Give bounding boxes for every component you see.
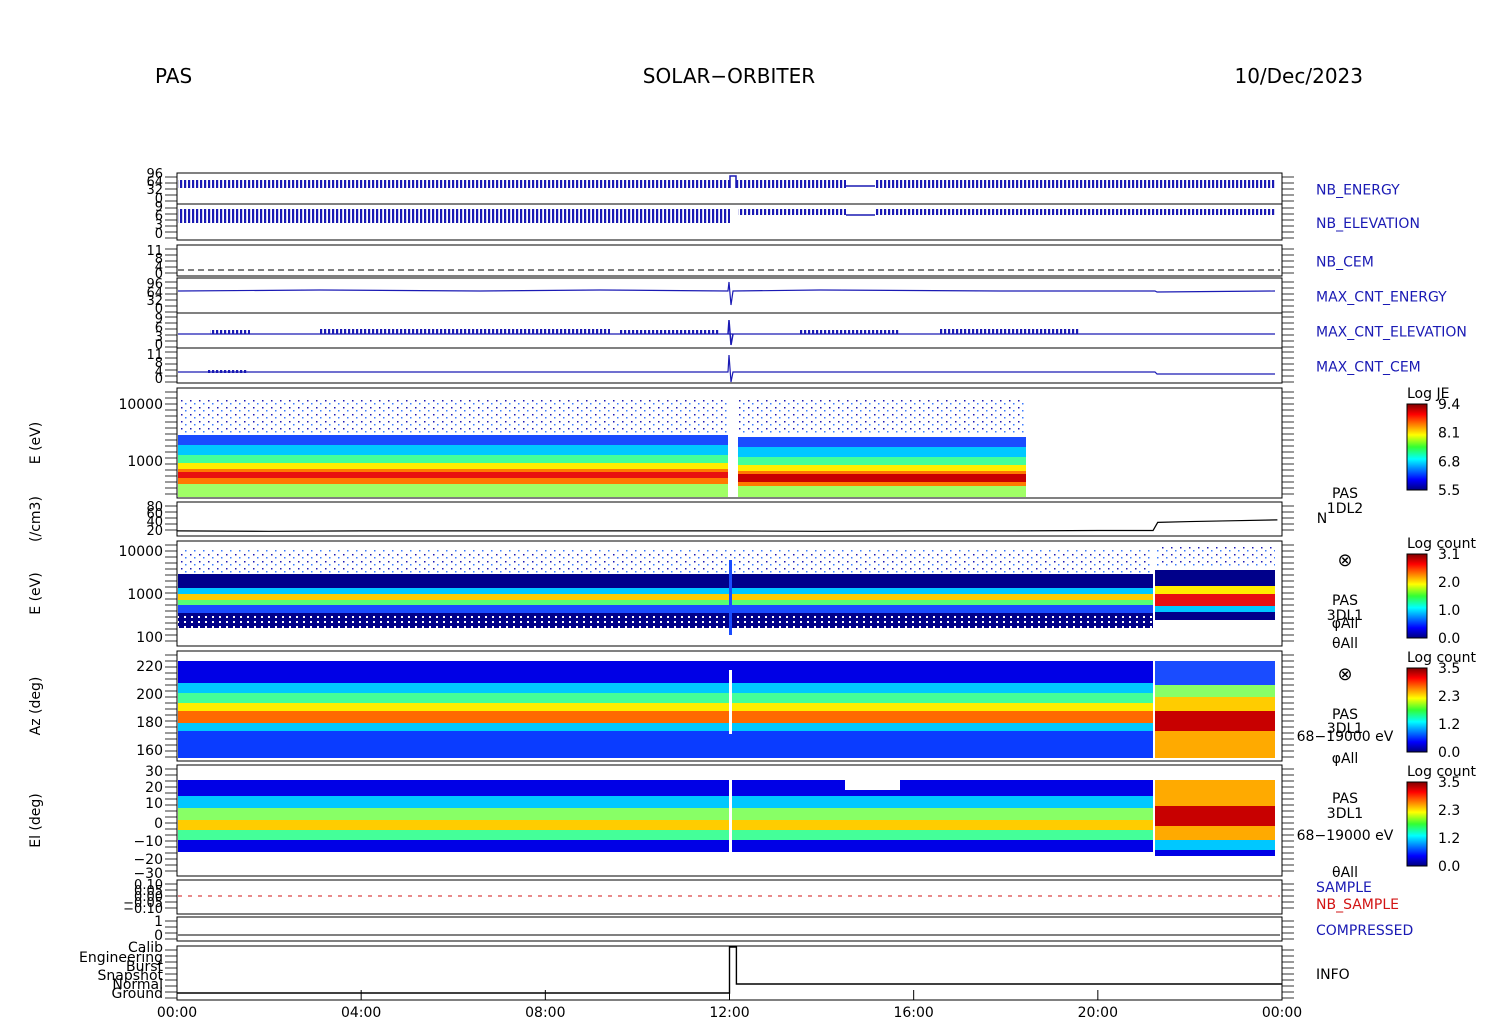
colorbar-tick: 0.0 — [1438, 859, 1460, 875]
ytick-label: 220 — [136, 659, 163, 675]
ytick-label: 200 — [136, 687, 163, 703]
ytick-label: −10 — [133, 834, 163, 850]
frame-sample — [176, 879, 1283, 915]
colorbar-tick: 8.1 — [1438, 426, 1460, 442]
header-mission: SOLAR−ORBITER — [643, 64, 815, 88]
colorbar-tick: 3.1 — [1438, 547, 1460, 563]
colorbar-tick: 3.5 — [1438, 775, 1460, 791]
ytick-label: Ground — [112, 986, 164, 1002]
panel-label: MAX_CNT_CEM — [1316, 360, 1421, 376]
panel-density — [176, 519, 1278, 532]
frame-nb_cem — [176, 244, 1283, 277]
time-tick-label: 04:00 — [341, 1005, 381, 1020]
time-tick-label: 12:00 — [709, 1005, 749, 1020]
ytick-label: 20 — [145, 780, 163, 796]
side-label: PAS — [1332, 593, 1358, 609]
panel-energy-spectrogram-l2 — [178, 400, 1026, 497]
ytick-label: 30 — [145, 764, 163, 780]
panel-label: MAX_CNT_ELEVATION — [1316, 325, 1467, 341]
colorbar-tick: 5.5 — [1438, 483, 1460, 499]
ytick-label: 0 — [155, 227, 163, 242]
side-label: θAll — [1332, 865, 1358, 881]
panel-max-cnt-cem — [178, 354, 1275, 383]
colorbar-tick: 1.2 — [1438, 831, 1460, 847]
header-instrument: PAS — [155, 64, 192, 88]
panel-label: MAX_CNT_ENERGY — [1316, 290, 1447, 306]
ytick-label: 180 — [136, 715, 163, 731]
side-label: N — [1317, 511, 1327, 527]
ytick-label: 1000 — [127, 587, 163, 603]
ytick-label: 1000 — [127, 454, 163, 470]
axis-ylabel: El (deg) — [28, 793, 44, 848]
panel-label: INFO — [1316, 967, 1350, 983]
colorbar-tick: 9.4 — [1438, 397, 1460, 413]
side-label: 3DL1 — [1327, 806, 1363, 822]
panel-max-cnt-elevation — [178, 319, 1275, 346]
colorbar-log-count-azimuth — [1406, 667, 1428, 753]
time-tick-label: 16:00 — [893, 1005, 933, 1020]
colorbar-tick: 2.0 — [1438, 575, 1460, 591]
header-date: 10/Dec/2023 — [1234, 64, 1363, 88]
ytick-label: 160 — [136, 743, 163, 759]
ytick-label: 10 — [145, 796, 163, 812]
time-tick-label: 00:00 — [1262, 1005, 1302, 1020]
panel-energy-spectrogram-3dl1 — [178, 546, 1275, 635]
panel-label: COMPRESSED — [1316, 923, 1413, 939]
ytick-label: 0 — [154, 816, 163, 832]
panel-azimuth — [178, 661, 1275, 758]
panel-label: NB_CEM — [1316, 255, 1374, 271]
ytick-label: 0 — [155, 372, 163, 387]
ytick-label: 100 — [136, 630, 163, 646]
time-tick-label: 08:00 — [525, 1005, 565, 1020]
colorbar-tick: 3.5 — [1438, 661, 1460, 677]
panel-label-sample: SAMPLE — [1316, 880, 1372, 896]
panel-max-cnt-energy — [177, 281, 1276, 306]
side-label: ⊗ — [1337, 550, 1352, 571]
axis-ylabel: Az (deg) — [28, 677, 44, 736]
panel-nb-energy — [178, 175, 1275, 188]
axis-ylabel: (/cm3) — [28, 496, 44, 542]
time-tick-label: 00:00 — [157, 1005, 197, 1020]
side-label: θAll — [1332, 636, 1358, 652]
panel-nb-elevation — [178, 209, 1275, 223]
side-label: 1DL2 — [1327, 501, 1363, 517]
panel-info — [177, 946, 1282, 994]
side-label: φAll — [1332, 751, 1359, 767]
ytick-label: 20 — [146, 524, 163, 539]
colorbar-log-count-energy — [1406, 553, 1428, 639]
colorbar-tick: 1.0 — [1438, 603, 1460, 619]
axis-ylabel: E (eV) — [28, 572, 44, 614]
colorbar-tick: 0.0 — [1438, 745, 1460, 761]
frame-compressed — [176, 916, 1283, 942]
solar-orbiter-pas-summary-plot: PAS SOLAR−ORBITER 10/Dec/2023 9664320NB_… — [28, 64, 1476, 1020]
colorbar-tick: 6.8 — [1438, 454, 1460, 470]
side-label: 68−19000 eV — [1297, 729, 1394, 745]
side-label: PAS — [1332, 486, 1358, 502]
side-label: ⊗ — [1337, 664, 1352, 685]
panel-label: NB_ELEVATION — [1316, 216, 1420, 232]
side-label: 68−19000 eV — [1297, 828, 1394, 844]
colorbar-log-je — [1406, 403, 1428, 491]
ytick-label: 10000 — [118, 397, 163, 413]
time-tick-label: 20:00 — [1078, 1005, 1118, 1020]
panel-label: NB_ENERGY — [1316, 183, 1400, 199]
colorbar-tick: 0.0 — [1438, 631, 1460, 647]
colorbar-tick: 2.3 — [1438, 803, 1460, 819]
panel-elevation — [178, 780, 1275, 856]
colorbar-tick: 1.2 — [1438, 717, 1460, 733]
ytick-label: 10000 — [118, 544, 163, 560]
side-label: PAS — [1332, 791, 1358, 807]
side-label: φAll — [1332, 616, 1359, 632]
axis-ylabel: E (eV) — [28, 422, 44, 464]
colorbar-log-count-elevation — [1406, 781, 1428, 867]
panel-label-nb-sample: NB_SAMPLE — [1316, 897, 1399, 913]
colorbar-tick: 2.3 — [1438, 689, 1460, 705]
